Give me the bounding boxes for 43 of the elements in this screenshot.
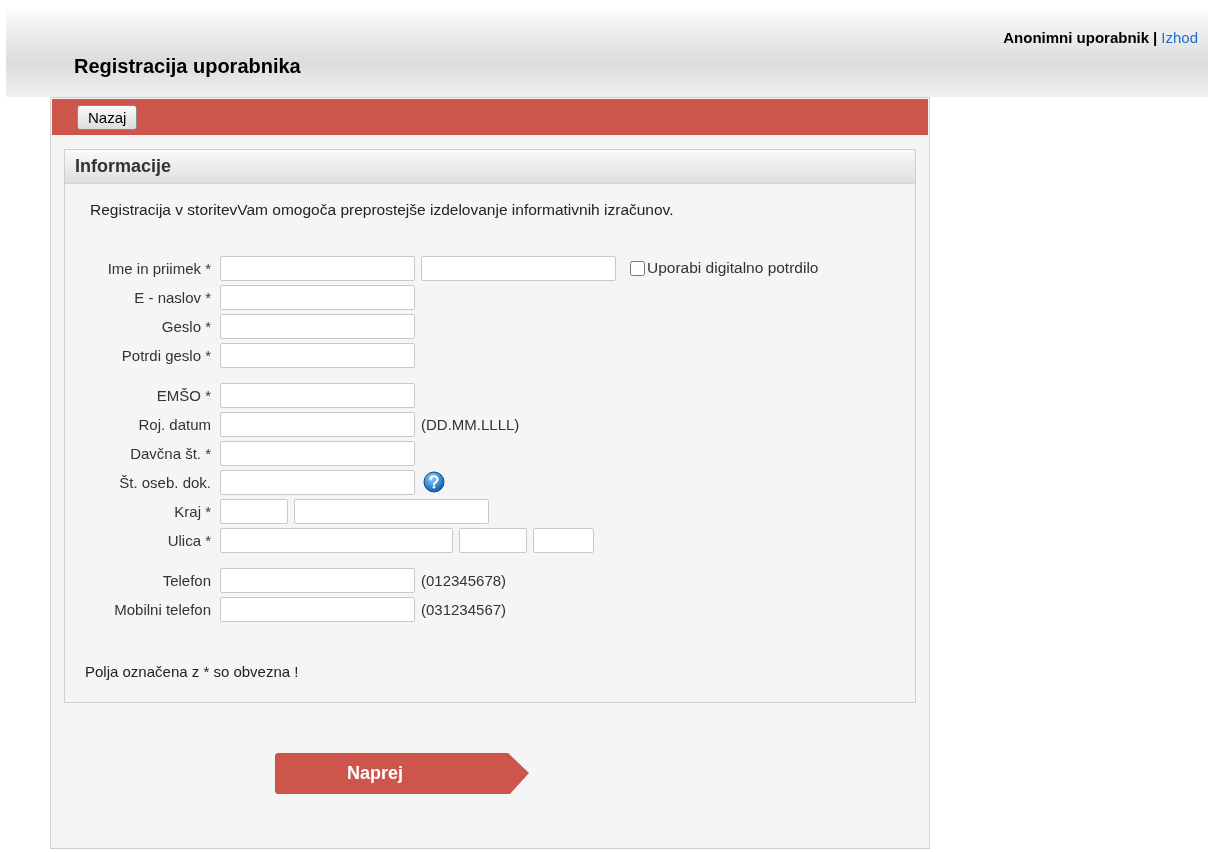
field-label: Roj. datum bbox=[137, 415, 212, 433]
input-field[interactable] bbox=[220, 382, 415, 408]
field-label: E - naslov * bbox=[133, 288, 212, 306]
field-label: Št. oseb. dok. bbox=[118, 473, 212, 491]
field-label: Kraj * bbox=[173, 502, 212, 520]
input-field[interactable] bbox=[220, 498, 288, 524]
input-field[interactable] bbox=[220, 284, 415, 310]
input-field[interactable] bbox=[294, 498, 489, 524]
help-icon[interactable] bbox=[423, 471, 445, 493]
format-hint: (012345678) bbox=[421, 571, 507, 589]
page-title: Registracija uporabnika bbox=[74, 55, 302, 78]
input-field[interactable] bbox=[220, 567, 415, 593]
input-field[interactable] bbox=[220, 469, 415, 495]
input-field[interactable] bbox=[459, 527, 527, 553]
input-field[interactable] bbox=[421, 255, 616, 281]
input-field[interactable] bbox=[220, 440, 415, 466]
field-label: EMŠO * bbox=[155, 386, 212, 404]
logout-link[interactable]: Izhod bbox=[1161, 29, 1198, 46]
required-note: Polja označena z * so obvezna ! bbox=[85, 663, 300, 680]
format-hint: (DD.MM.LLLL) bbox=[421, 415, 520, 433]
input-field[interactable] bbox=[220, 342, 415, 368]
field-label: Telefon bbox=[161, 571, 212, 589]
field-label: Ulica * bbox=[166, 531, 212, 549]
input-field[interactable] bbox=[533, 527, 594, 553]
back-button[interactable]: Nazaj bbox=[77, 104, 138, 130]
field-label: Mobilni telefon bbox=[113, 600, 212, 618]
input-field[interactable] bbox=[220, 313, 415, 339]
section-title: Informacije bbox=[75, 156, 172, 177]
user-name: Anonimni uporabnik bbox=[1003, 29, 1150, 46]
input-field[interactable] bbox=[220, 527, 453, 553]
checkbox[interactable] bbox=[630, 260, 645, 276]
checkbox-label[interactable]: Uporabi digitalno potrdilo bbox=[647, 259, 819, 277]
input-field[interactable] bbox=[220, 255, 415, 281]
field-label: Geslo * bbox=[160, 317, 212, 335]
next-button[interactable]: Naprej bbox=[275, 753, 529, 794]
format-hint: (031234567) bbox=[421, 600, 507, 618]
field-label: Ime in priimek * bbox=[106, 259, 212, 277]
input-field[interactable] bbox=[220, 411, 415, 437]
intro-text: Registracija v storitevVam omogoča preprostejše izdelovanje informativnih izračunov. bbox=[90, 201, 675, 219]
separator: | bbox=[1153, 29, 1158, 46]
field-label: Davčna št. * bbox=[129, 444, 212, 462]
field-label: Potrdi geslo * bbox=[120, 346, 212, 364]
input-field[interactable] bbox=[220, 596, 415, 622]
